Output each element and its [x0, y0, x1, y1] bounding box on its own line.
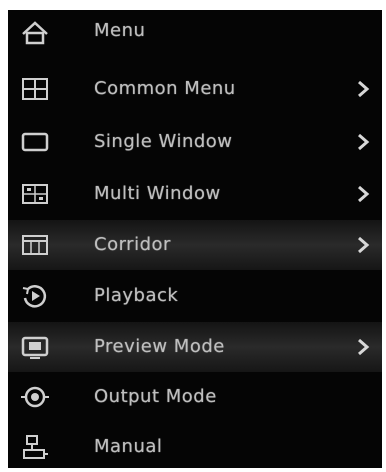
corridor-icon: [22, 235, 48, 255]
playback-icon: [22, 285, 47, 308]
manual-icon: [23, 435, 48, 459]
output-mode-icon: [21, 386, 49, 408]
menu-item-label: Playback: [94, 285, 179, 306]
menu-item-playback[interactable]: Playback: [8, 271, 382, 321]
menu-header: Menu: [8, 10, 382, 60]
chevron-right-icon: [358, 236, 370, 254]
menu-item-label: Single Window: [94, 131, 233, 152]
multi-window-icon: [22, 184, 48, 204]
menu-item-corridor[interactable]: Corridor: [8, 220, 382, 270]
menu-item-label: Common Menu: [94, 78, 236, 99]
menu-item-label: Manual: [94, 436, 163, 457]
home-icon: [22, 21, 48, 45]
menu-item-common-menu[interactable]: Common Menu: [8, 64, 382, 114]
menu-item-single-window[interactable]: Single Window: [8, 117, 382, 167]
menu-item-label: Multi Window: [94, 183, 221, 204]
menu-item-label: Corridor: [94, 234, 171, 255]
menu-item-preview-mode[interactable]: Preview Mode: [8, 322, 382, 372]
chevron-right-icon: [358, 338, 370, 356]
context-menu: Menu Common Menu Single Window Multi Win…: [8, 10, 382, 468]
menu-item-manual[interactable]: Manual: [8, 422, 382, 472]
menu-title: Menu: [94, 20, 146, 41]
chevron-right-icon: [358, 80, 370, 98]
preview-mode-icon: [21, 336, 49, 359]
chevron-right-icon: [358, 133, 370, 151]
common-menu-icon: [22, 78, 48, 100]
chevron-right-icon: [358, 185, 370, 203]
menu-item-label: Preview Mode: [94, 336, 225, 357]
menu-item-multi-window[interactable]: Multi Window: [8, 169, 382, 219]
menu-item-label: Output Mode: [94, 386, 217, 407]
single-window-icon: [21, 132, 49, 152]
menu-item-output-mode[interactable]: Output Mode: [8, 372, 382, 422]
